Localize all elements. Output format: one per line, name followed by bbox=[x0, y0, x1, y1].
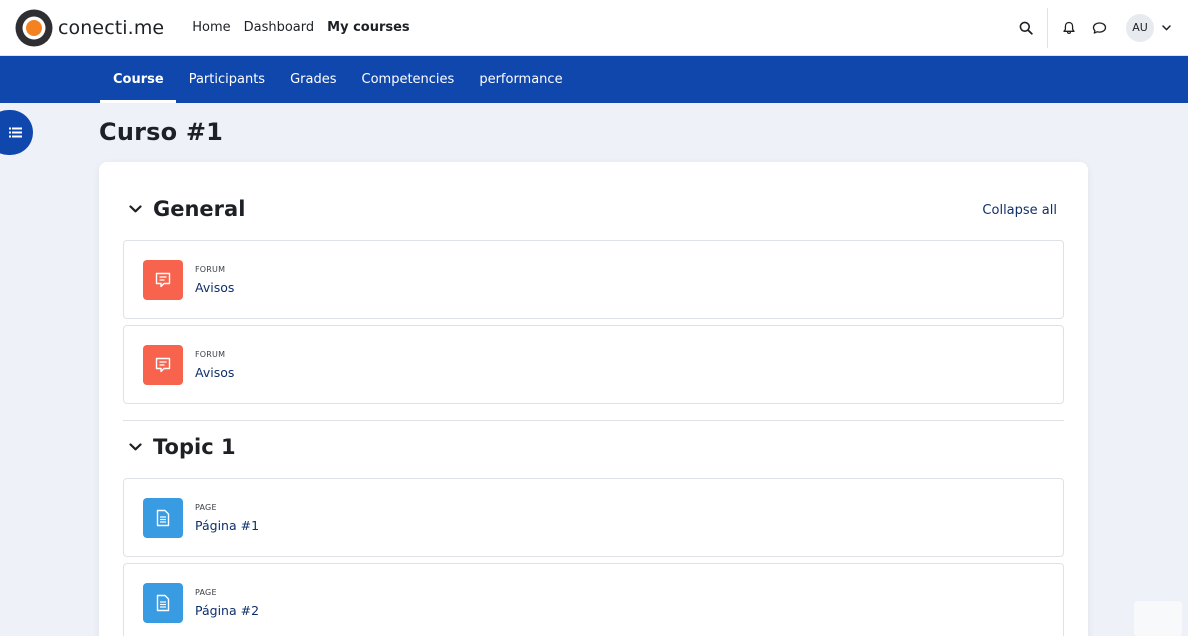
chevron-down-icon[interactable] bbox=[129, 205, 143, 213]
chat-bubble-icon bbox=[1092, 21, 1106, 34]
section-header-topic-1[interactable]: Topic 1 bbox=[129, 435, 236, 459]
brand[interactable]: conecti.me bbox=[15, 9, 164, 47]
top-actions: AU bbox=[1011, 0, 1188, 55]
nav-my-courses[interactable]: My courses bbox=[327, 16, 410, 39]
brand-name: conecti.me bbox=[58, 16, 165, 39]
activity-link[interactable]: Página #1 bbox=[195, 518, 259, 533]
activity-item[interactable]: PAGE Página #2 bbox=[123, 563, 1064, 636]
page-title: Curso #1 bbox=[99, 118, 224, 146]
tab-participants[interactable]: Participants bbox=[176, 56, 277, 103]
activity-type-label: FORUM bbox=[195, 265, 226, 274]
page-icon bbox=[143, 583, 183, 623]
activity-type-label: PAGE bbox=[195, 588, 217, 597]
nav-home[interactable]: Home bbox=[192, 16, 230, 39]
primary-nav: Home Dashboard My courses bbox=[192, 16, 422, 39]
tab-performance[interactable]: performance bbox=[466, 56, 574, 103]
forum-icon bbox=[143, 260, 183, 300]
bell-icon bbox=[1063, 21, 1075, 34]
brand-logo-icon bbox=[15, 9, 53, 46]
activity-item[interactable]: FORUM Avisos bbox=[123, 240, 1064, 319]
chevron-down-icon bbox=[1161, 24, 1171, 30]
search-button[interactable] bbox=[1011, 13, 1041, 43]
tab-competencies[interactable]: Competencies bbox=[349, 56, 467, 103]
scroll-corner bbox=[1134, 601, 1182, 636]
activity-type-label: FORUM bbox=[195, 350, 226, 359]
search-icon bbox=[1019, 21, 1033, 35]
messages-button[interactable] bbox=[1084, 13, 1114, 43]
activity-type-label: PAGE bbox=[195, 503, 217, 512]
activity-link[interactable]: Avisos bbox=[195, 280, 234, 295]
course-index-toggle[interactable] bbox=[0, 110, 33, 155]
top-navbar: conecti.me Home Dashboard My courses AU bbox=[0, 0, 1188, 56]
chevron-down-icon[interactable] bbox=[129, 443, 143, 451]
section-header-general[interactable]: General bbox=[129, 197, 245, 221]
activity-item[interactable]: FORUM Avisos bbox=[123, 325, 1064, 404]
tab-course[interactable]: Course bbox=[100, 56, 176, 103]
activity-item[interactable]: PAGE Página #1 bbox=[123, 478, 1064, 557]
collapse-all-link[interactable]: Collapse all bbox=[982, 203, 1057, 218]
section-title: Topic 1 bbox=[153, 435, 236, 459]
user-menu-toggle[interactable] bbox=[1156, 24, 1176, 31]
list-icon bbox=[9, 127, 22, 138]
forum-icon bbox=[143, 345, 183, 385]
activity-link[interactable]: Avisos bbox=[195, 365, 234, 380]
toolbar-divider bbox=[1047, 7, 1048, 48]
notifications-button[interactable] bbox=[1054, 13, 1084, 43]
page-icon bbox=[143, 498, 183, 538]
section-title: General bbox=[153, 197, 246, 221]
user-avatar[interactable]: AU bbox=[1126, 13, 1154, 42]
course-content: General Collapse all FORUM Avisos FORUM … bbox=[99, 162, 1088, 636]
tab-grades[interactable]: Grades bbox=[277, 56, 348, 103]
section-divider bbox=[123, 420, 1064, 421]
course-secondary-nav: Course Participants Grades Competencies … bbox=[0, 56, 1188, 103]
activity-link[interactable]: Página #2 bbox=[195, 603, 259, 618]
nav-dashboard[interactable]: Dashboard bbox=[244, 16, 315, 39]
